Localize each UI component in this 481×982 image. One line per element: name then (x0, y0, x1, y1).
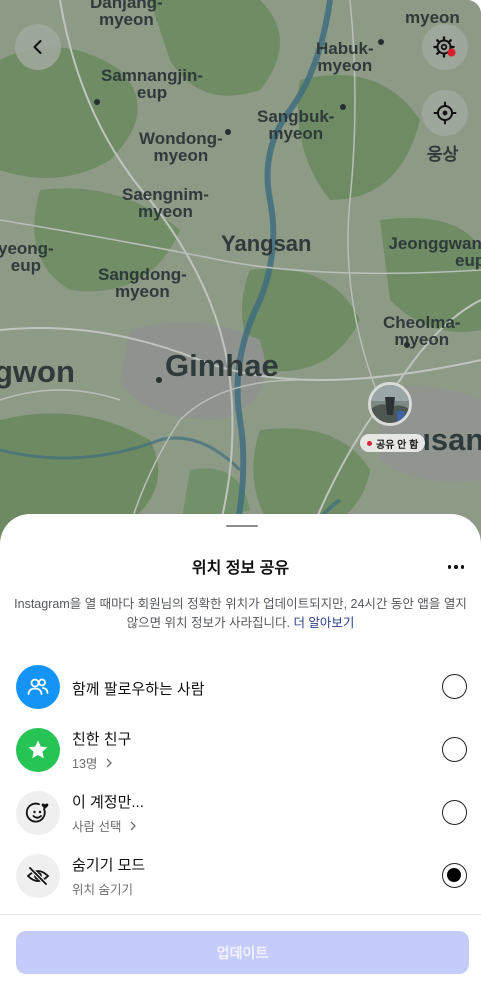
locate-me-button[interactable] (422, 90, 468, 136)
chevron-left-icon (33, 40, 42, 54)
option-close-friends[interactable]: 친한 친구 13명 (0, 723, 481, 779)
divider (0, 914, 481, 915)
radio-button[interactable] (442, 800, 467, 825)
update-button[interactable]: 업데이트 (16, 931, 469, 974)
map-label-wondong: Wondong-myeon (139, 129, 223, 166)
option-subtitle-link[interactable]: 사람 선택 (72, 816, 137, 835)
map-label-ungsang: 웅상 (427, 145, 459, 164)
chevron-right-icon (130, 821, 136, 831)
map-view[interactable]: Danjang-myeon myeon Samnangjin-eup Habuk… (0, 0, 481, 560)
map-dot (340, 104, 346, 110)
map-label-saengnim: Saengnim-myeon (122, 185, 209, 222)
share-status-badge: 공유 안 함 (360, 434, 426, 452)
chevron-right-icon (106, 758, 112, 768)
option-subtitle: 사람 선택 (72, 820, 122, 834)
avatar-photo (371, 385, 409, 423)
option-title: 함께 팔로우하는 사람 (72, 681, 205, 698)
map-label-danjang: Danjang-myeon (90, 0, 163, 30)
radio-button-selected[interactable] (442, 863, 467, 888)
map-label-gimhae: Gimhae (165, 348, 279, 383)
map-dot (378, 39, 384, 45)
map-terrain (0, 0, 481, 560)
avatar[interactable] (368, 382, 412, 426)
option-mutual-followers[interactable]: 함께 팔로우하는 사람 (0, 660, 481, 716)
option-title: 이 계정만... (72, 794, 144, 811)
sheet-grabber[interactable] (226, 525, 258, 527)
more-dot (447, 565, 452, 569)
option-title: 숨기기 모드 (72, 857, 146, 874)
map-label-cheolma: Cheolma-myeon (383, 313, 461, 350)
people-icon-container (16, 665, 60, 709)
people-icon (27, 678, 49, 695)
map-settings-button[interactable] (422, 24, 468, 70)
radio-button[interactable] (442, 674, 467, 699)
eye-off-icon (26, 866, 50, 886)
learn-more-link[interactable]: 더 알아보기 (293, 616, 354, 630)
radio-button[interactable] (442, 737, 467, 762)
map-dot (225, 129, 231, 135)
map-label-myeon-top: myeon (405, 8, 460, 27)
option-subtitle: 13명 (72, 757, 98, 771)
description-text: Instagram을 열 때마다 회원님의 정확한 위치가 업데이트되지만, 2… (14, 597, 467, 630)
map-label-hyeong: yeong-eup (0, 239, 54, 276)
map-label-samnangjin: Samnangjin-eup (101, 66, 204, 103)
star-icon (28, 740, 48, 759)
more-options-button[interactable] (445, 556, 467, 578)
option-ghost-mode[interactable]: 숨기기 모드 위치 숨기기 (0, 849, 481, 905)
map-dot (156, 377, 162, 383)
sheet-description: Instagram을 열 때마다 회원님의 정확한 위치가 업데이트되지만, 2… (14, 595, 467, 633)
map-label-sangbuk: Sangbuk-myeon (257, 107, 335, 144)
more-dot (460, 565, 465, 569)
crosshair-icon (433, 101, 457, 125)
more-dot (454, 565, 458, 569)
map-label-habuk: Habuk-myeon (316, 39, 374, 76)
share-status-text: 공유 안 함 (376, 439, 419, 451)
smiley-heart-icon (25, 802, 49, 823)
map-dot (404, 342, 410, 348)
option-subtitle: 위치 숨기기 (72, 883, 133, 897)
map-label-sangdong: Sangdong-myeon (98, 265, 187, 302)
option-only-these-accounts[interactable]: 이 계정만... 사람 선택 (0, 786, 481, 842)
option-subtitle-link[interactable]: 13명 (72, 753, 113, 772)
option-title: 친한 친구 (72, 731, 132, 748)
smiley-heart-icon-container (16, 791, 60, 835)
gear-icon (433, 36, 456, 58)
map-label-jeonggwan: Jeonggwan eup (388, 234, 481, 271)
location-sharing-sheet: 위치 정보 공유 Instagram을 열 때마다 회원님의 정확한 위치가 업… (0, 514, 481, 982)
status-dot (367, 440, 372, 446)
back-button[interactable] (15, 24, 61, 70)
eye-off-icon-container (16, 854, 60, 898)
map-dot (94, 99, 100, 105)
map-label-gwon: gwon (0, 354, 75, 389)
map-label-yangsan: Yangsan (221, 231, 312, 256)
sheet-title: 위치 정보 공유 (191, 560, 290, 577)
star-icon-container (16, 728, 60, 772)
